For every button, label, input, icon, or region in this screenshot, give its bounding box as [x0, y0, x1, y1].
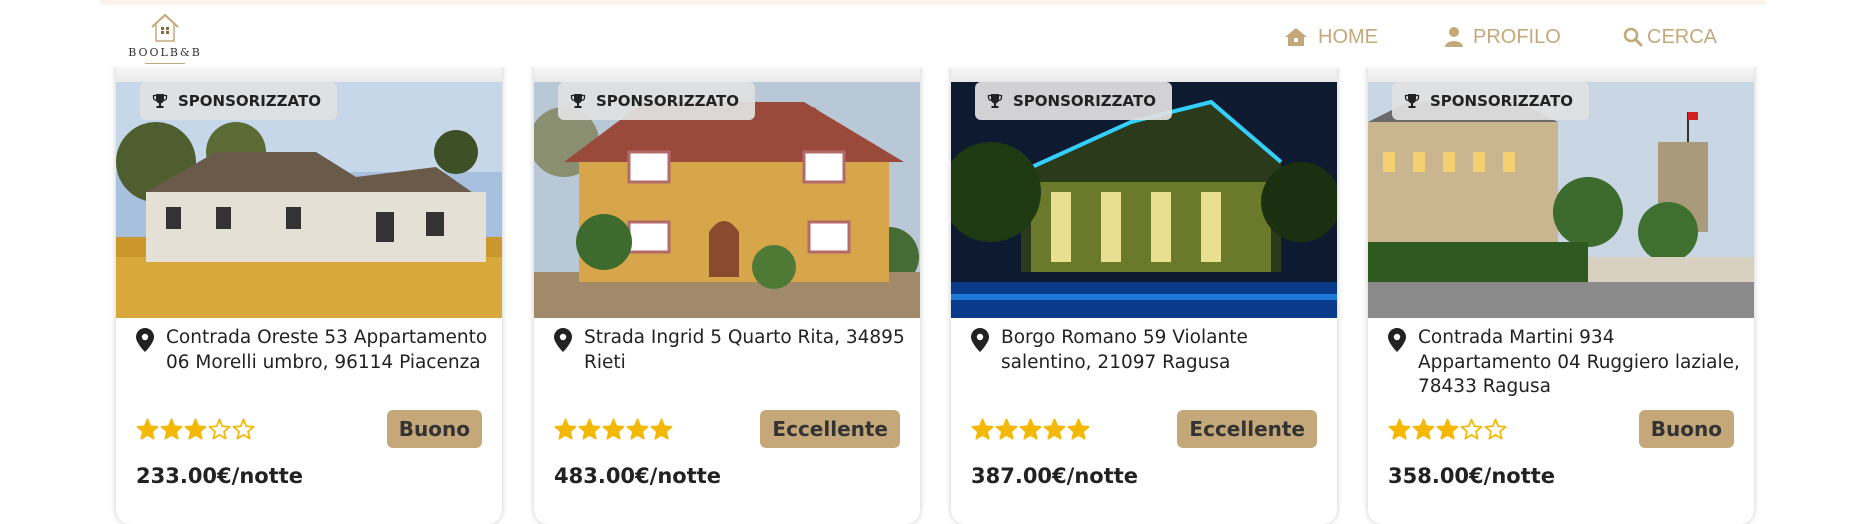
star-rating — [971, 418, 1091, 444]
star-empty-icon — [232, 418, 255, 440]
nav-cerca-label: CERCA — [1647, 25, 1718, 48]
location-pin-icon — [1388, 328, 1406, 352]
nav-profilo-label: PROFILO — [1473, 25, 1561, 48]
star-empty-icon — [208, 418, 231, 440]
star-filled-icon — [602, 418, 625, 440]
star-filled-icon — [578, 418, 601, 440]
trophy-icon — [987, 94, 1003, 108]
star-empty-icon — [1460, 418, 1483, 440]
rating-button[interactable]: Eccellente — [1177, 410, 1317, 448]
star-filled-icon — [1067, 418, 1090, 440]
trophy-icon — [1404, 94, 1420, 108]
listing-price: 358.00€/notte — [1388, 464, 1556, 488]
star-filled-icon — [554, 418, 577, 440]
sponsored-badge: SPONSORIZZATO — [140, 82, 337, 120]
listing-card[interactable]: SPONSORIZZATO Contrada Oreste 53 Apparta… — [116, 54, 502, 524]
badge-label: SPONSORIZZATO — [1013, 92, 1156, 110]
rating-button[interactable]: Eccellente — [760, 410, 900, 448]
star-rating — [136, 418, 256, 444]
photo-top-fade — [1368, 66, 1754, 82]
badge-label: SPONSORIZZATO — [178, 92, 321, 110]
star-rating — [1388, 418, 1508, 444]
nav-profilo[interactable]: PROFILO — [1445, 23, 1561, 51]
house-logo-icon — [151, 13, 179, 42]
sponsored-badge: SPONSORIZZATO — [975, 82, 1172, 120]
rating-button[interactable]: Buono — [1638, 410, 1734, 448]
photo-top-fade — [116, 66, 502, 82]
star-filled-icon — [650, 418, 673, 440]
badge-label: SPONSORIZZATO — [1430, 92, 1573, 110]
star-filled-icon — [184, 418, 207, 440]
user-icon — [1445, 27, 1463, 47]
star-rating — [554, 418, 674, 444]
nav-home-label: HOME — [1318, 25, 1378, 48]
logo-underline — [145, 63, 185, 64]
listing-price: 483.00€/notte — [554, 464, 722, 488]
star-filled-icon — [136, 418, 159, 440]
nav-home[interactable]: HOME — [1284, 23, 1378, 51]
star-filled-icon — [1436, 418, 1459, 440]
star-filled-icon — [1043, 418, 1066, 440]
sponsored-badge: SPONSORIZZATO — [558, 82, 755, 120]
address-text: Contrada Oreste 53 Appartamento 06 Morel… — [166, 327, 488, 373]
address-text: Strada Ingrid 5 Quarto Rita, 34895 Rieti — [584, 327, 905, 373]
logo-text: BOOLB&B — [128, 46, 202, 59]
star-filled-icon — [1388, 418, 1411, 440]
location-pin-icon — [971, 328, 989, 352]
header: BOOLB&B HOME PROFILO CERCA — [100, 5, 1766, 67]
house-icon — [1285, 28, 1307, 46]
badge-label: SPONSORIZZATO — [596, 92, 739, 110]
listing-price: 233.00€/notte — [136, 464, 304, 488]
trophy-icon — [152, 94, 168, 108]
address-text: Borgo Romano 59 Violante salentino, 2109… — [1001, 327, 1248, 373]
sponsored-badge: SPONSORIZZATO — [1392, 82, 1589, 120]
logo[interactable]: BOOLB&B — [125, 13, 205, 65]
star-filled-icon — [626, 418, 649, 440]
star-filled-icon — [160, 418, 183, 440]
photo-top-fade — [951, 66, 1337, 82]
photo-top-fade — [534, 66, 920, 82]
listing-card[interactable]: SPONSORIZZATO Borgo Romano 59 Violante s… — [951, 54, 1337, 524]
nav-cerca[interactable]: CERCA — [1623, 23, 1717, 51]
location-pin-icon — [554, 328, 572, 352]
star-filled-icon — [1019, 418, 1042, 440]
listing-card[interactable]: SPONSORIZZATO Contrada Martini 934 Appar… — [1368, 54, 1754, 524]
address-text: Contrada Martini 934 Appartamento 04 Rug… — [1418, 327, 1740, 397]
star-empty-icon — [1484, 418, 1507, 440]
location-pin-icon — [136, 328, 154, 352]
rating-button[interactable]: Buono — [386, 410, 482, 448]
star-filled-icon — [995, 418, 1018, 440]
trophy-icon — [570, 94, 586, 108]
star-filled-icon — [971, 418, 994, 440]
listing-price: 387.00€/notte — [971, 464, 1139, 488]
listing-card[interactable]: SPONSORIZZATO Strada Ingrid 5 Quarto Rit… — [534, 54, 920, 524]
star-filled-icon — [1412, 418, 1435, 440]
search-icon — [1623, 27, 1643, 47]
